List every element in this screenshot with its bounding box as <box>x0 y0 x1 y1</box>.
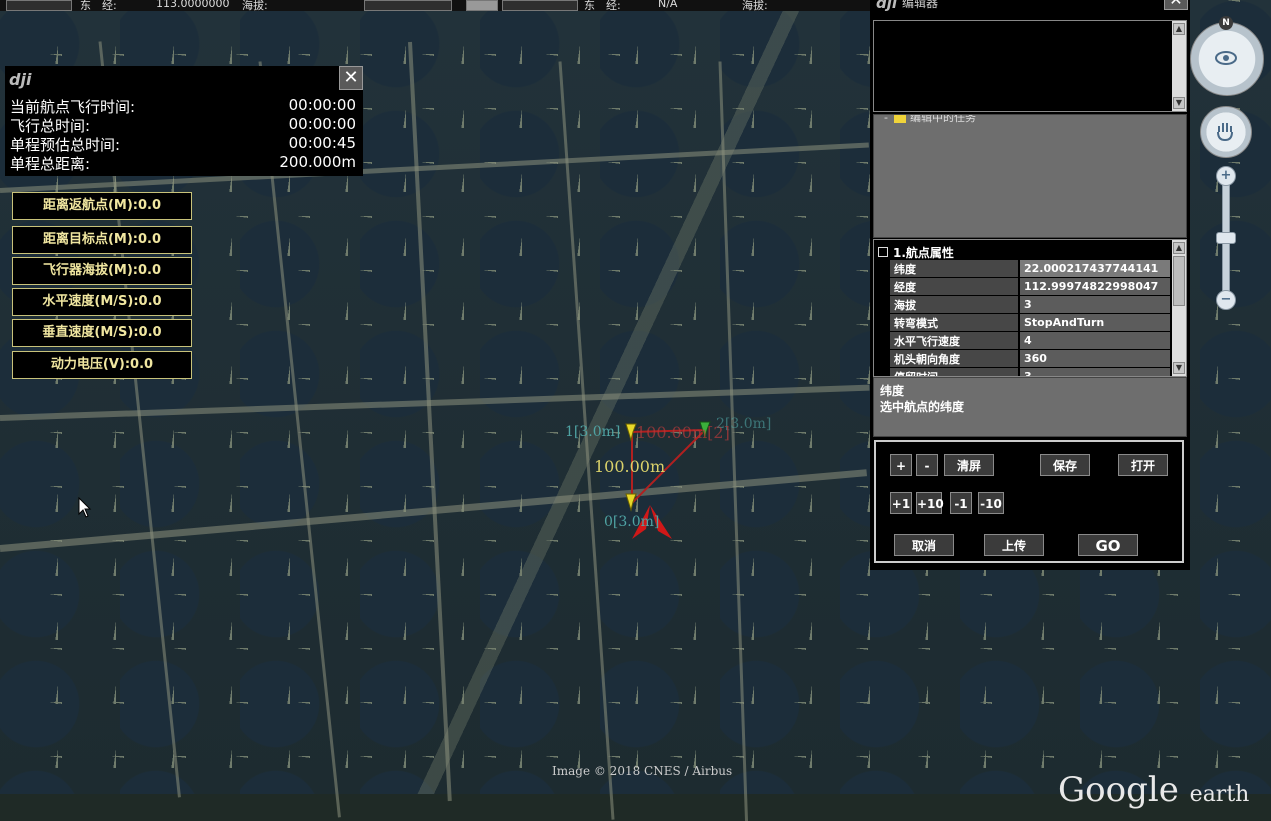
scroll-up-icon[interactable]: ▲ <box>1173 23 1185 35</box>
properties-header[interactable]: 1.航点属性 <box>878 244 954 261</box>
prop-row-turn-mode[interactable]: 转弯模式 StopAndTurn <box>890 313 1170 332</box>
properties-table: 纬度 22.000217437744141 经度 112.9997482299804… <box>890 260 1170 376</box>
remove-waypoint-button[interactable]: - <box>916 454 938 476</box>
upload-button[interactable]: 上传 <box>984 534 1044 556</box>
waypoint-label-1: 1[3.0m] <box>565 424 621 440</box>
increase-1-button[interactable]: +1 <box>890 492 912 514</box>
description-text: 选中航点的纬度 <box>880 400 965 414</box>
map-copyright: Image © 2018 CNES / Airbus <box>552 764 733 778</box>
prop-row-stay-time[interactable]: 停留时间 3 <box>890 367 1170 376</box>
clear-screen-button[interactable]: 清屏 <box>944 454 994 476</box>
pin-icon-wp0 <box>625 493 637 512</box>
stat-voltage: 动力电压(V):0.0 <box>12 351 192 379</box>
mouse-cursor-icon <box>78 497 92 518</box>
stat-vertical-speed: 垂直速度(M/S):0.0 <box>12 319 192 347</box>
north-indicator[interactable]: N <box>1219 16 1233 30</box>
prop-row-altitude[interactable]: 海拔 3 <box>890 295 1170 314</box>
flight-info-panel: dji ✕ 当前航点飞行时间: 00:00:00 飞行总时间: 00:00:00… <box>5 66 363 176</box>
google-earth-logo: Google earth <box>1058 770 1250 810</box>
stat-horizontal-speed: 水平速度(M/S):0.0 <box>12 288 192 316</box>
close-info-button[interactable]: ✕ <box>339 66 363 90</box>
collapse-box-icon[interactable] <box>878 247 888 257</box>
description-title: 纬度 <box>880 384 905 398</box>
zoom-slider-thumb[interactable] <box>1216 232 1236 244</box>
eye-icon <box>1215 51 1237 65</box>
editor-title: 编辑器 <box>902 0 939 10</box>
scroll-up-icon[interactable]: ▲ <box>1173 242 1185 254</box>
folder-icon <box>893 115 906 123</box>
decrease-10-button[interactable]: -10 <box>978 492 1004 514</box>
go-button[interactable]: GO <box>1078 534 1138 556</box>
stat-altitude: 飞行器海拔(M):0.0 <box>12 257 192 285</box>
prop-row-latitude[interactable]: 纬度 22.000217437744141 <box>890 260 1170 278</box>
dji-logo-icon: dji <box>876 0 898 12</box>
zoom-in-button[interactable]: + <box>1216 166 1236 186</box>
scroll-thumb[interactable] <box>1173 256 1185 306</box>
prop-row-heading[interactable]: 机头朝向角度 360 <box>890 349 1170 368</box>
cancel-button[interactable]: 取消 <box>894 534 954 556</box>
editor-titlebar: dji 编辑器 ✕ <box>870 0 1190 12</box>
save-button[interactable]: 保存 <box>1040 454 1090 476</box>
close-editor-button[interactable]: ✕ <box>1164 0 1188 10</box>
tree-node-editing-mission[interactable]: - 编辑中的任务 <box>884 115 976 125</box>
increase-10-button[interactable]: +10 <box>916 492 944 514</box>
decrease-1-button[interactable]: -1 <box>950 492 972 514</box>
prop-row-longitude[interactable]: 经度 112.99974822998047 <box>890 277 1170 296</box>
distance-label-a: 100.00m <box>594 457 666 476</box>
dji-logo-icon: dji <box>9 70 32 89</box>
scrollbar[interactable]: ▲ ▼ <box>1172 21 1186 111</box>
scroll-down-icon[interactable]: ▼ <box>1173 362 1185 374</box>
collapse-icon[interactable]: - <box>884 115 888 124</box>
editor-panel: dji 编辑器 ✕ ▲ ▼ -编辑中的任务 1.航点属性 纬度22.000217… <box>870 0 1190 570</box>
properties-scrollbar[interactable]: ▲ ▼ <box>1172 240 1186 376</box>
add-waypoint-button[interactable]: + <box>890 454 912 476</box>
scroll-down-icon[interactable]: ▼ <box>1173 97 1185 109</box>
mission-tree[interactable]: - 编辑中的任务 <box>873 114 1187 238</box>
stat-distance-target: 距离目标点(M):0.0 <box>12 226 192 254</box>
property-description: 纬度 选中航点的纬度 <box>873 377 1187 437</box>
zoom-out-button[interactable]: − <box>1216 290 1236 310</box>
stat-distance-home: 距离返航点(M):0.0 <box>12 192 192 220</box>
open-button[interactable]: 打开 <box>1118 454 1168 476</box>
editor-text-area[interactable]: ▲ ▼ <box>873 20 1187 112</box>
waypoint-label-0: 0[3.0m] <box>604 514 660 530</box>
prop-row-speed[interactable]: 水平飞行速度 4 <box>890 331 1170 350</box>
control-buttons: + - 清屏 保存 打开 +1 +10 -1 -10 取消 上传 GO <box>874 440 1184 563</box>
waypoint-properties: 1.航点属性 纬度 22.000217437744141 经度 112.999748… <box>873 239 1187 377</box>
hand-icon <box>1217 123 1233 142</box>
distance-label-b: 100.00m[2] <box>636 423 730 442</box>
